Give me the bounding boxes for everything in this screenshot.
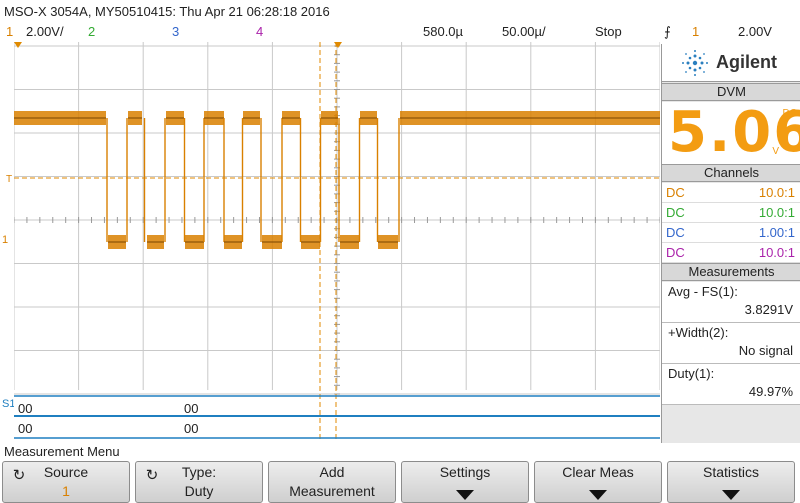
channel-probe-ratio: 1.00:1 bbox=[758, 225, 795, 240]
dvm-title: DVM bbox=[662, 83, 800, 101]
ch4-number[interactable]: 4 bbox=[256, 24, 263, 39]
dvm-unit: V bbox=[772, 146, 779, 157]
dvm-mode: DC bbox=[782, 108, 797, 119]
softkey-source[interactable]: ↻ Source 1 bbox=[2, 461, 130, 503]
channel-status-bar: 1 2.00V/ 2 3 4 580.0µ 50.00µ/ Stop ⨍ 1 2… bbox=[0, 22, 800, 42]
softkey-label: Type: bbox=[181, 464, 217, 480]
measurement-item-1[interactable]: Avg - FS(1): 3.8291V bbox=[662, 282, 800, 323]
softkey-bar: ↻ Source 1 ↻ Type: Duty Add Measurement Settings… bbox=[0, 461, 800, 503]
softkey-label: Source bbox=[43, 464, 89, 480]
channel-row-4[interactable]: DC 10.0:1 bbox=[662, 243, 800, 263]
measurement-item-3[interactable]: Duty(1): 49.97% bbox=[662, 364, 800, 405]
bus2-value-2: 00 bbox=[184, 421, 199, 436]
run-state[interactable]: Stop bbox=[595, 24, 622, 39]
measurement-value: 49.97% bbox=[748, 384, 793, 399]
menu-title: Measurement Menu bbox=[0, 443, 800, 461]
trigger-level-marker[interactable]: T bbox=[6, 174, 12, 185]
agilent-spark-icon bbox=[682, 50, 708, 76]
softkey-settings[interactable]: Settings bbox=[401, 461, 529, 503]
time-delay[interactable]: 580.0µ bbox=[423, 24, 463, 39]
dvm-value: 5.06 bbox=[668, 100, 800, 165]
softkey-value: 1 bbox=[62, 483, 70, 499]
bus2-value-1: 00 bbox=[18, 421, 33, 436]
ch3-number[interactable]: 3 bbox=[172, 24, 179, 39]
measurement-label: +Width(2): bbox=[668, 325, 729, 340]
softkey-statistics[interactable]: Statistics bbox=[667, 461, 795, 503]
measurement-item-2[interactable]: +Width(2): No signal bbox=[662, 323, 800, 364]
channel-row-2[interactable]: DC 10.0:1 bbox=[662, 203, 800, 223]
measurement-label: Duty(1): bbox=[668, 366, 715, 381]
softkey-label: Clear Meas bbox=[562, 464, 634, 480]
softkey-type[interactable]: ↻ Type: Duty bbox=[135, 461, 263, 503]
instrument-title: MSO-X 3054A, MY50510415: Thu Apr 21 06:2… bbox=[4, 4, 330, 19]
softkey-label: Add bbox=[319, 464, 345, 480]
measurement-value: No signal bbox=[738, 343, 793, 358]
header-title-bar: MSO-X 3054A, MY50510415: Thu Apr 21 06:2… bbox=[0, 0, 660, 22]
dvm-readout: 5.06 DC V bbox=[662, 100, 800, 165]
time-scale[interactable]: 50.00µ/ bbox=[502, 24, 546, 39]
softkey-label: Statistics bbox=[702, 464, 759, 480]
measurements-title: Measurements bbox=[662, 263, 800, 281]
softkey-value: Duty bbox=[184, 483, 214, 499]
channel-coupling: DC bbox=[666, 185, 685, 200]
ch2-number[interactable]: 2 bbox=[88, 24, 95, 39]
channel-probe-ratio: 10.0:1 bbox=[758, 205, 795, 220]
channel-row-1[interactable]: DC 10.0:1 bbox=[662, 183, 800, 203]
waveform-display[interactable] bbox=[14, 42, 660, 442]
bus1-value-1: 00 bbox=[18, 401, 33, 416]
channel-row-3[interactable]: DC 1.00:1 bbox=[662, 223, 800, 243]
channel-coupling: DC bbox=[666, 205, 685, 220]
softkey-label: Settings bbox=[439, 464, 491, 480]
cursor-top-marker bbox=[334, 42, 342, 48]
softkey-add[interactable]: Add Measurement bbox=[268, 461, 396, 503]
waveform-canvas[interactable] bbox=[14, 42, 660, 442]
measurement-label: Avg - FS(1): bbox=[668, 284, 738, 299]
ch1-scale[interactable]: 2.00V/ bbox=[26, 24, 64, 39]
submenu-arrow-icon bbox=[456, 490, 474, 500]
trigger-edge-icon: ⨍ bbox=[664, 24, 671, 39]
brand-logo: Agilent bbox=[662, 44, 800, 82]
softkey-clear-meas[interactable]: Clear Meas bbox=[534, 461, 662, 503]
channel-probe-ratio: 10.0:1 bbox=[758, 245, 795, 260]
ch1-ground-marker[interactable]: 1 bbox=[2, 234, 8, 246]
trigger-position-marker bbox=[14, 42, 22, 48]
submenu-arrow-icon bbox=[589, 490, 607, 500]
channels-title: Channels bbox=[662, 164, 800, 182]
channel-probe-ratio: 10.0:1 bbox=[758, 185, 795, 200]
trigger-level[interactable]: 2.00V bbox=[738, 24, 772, 39]
submenu-arrow-icon bbox=[722, 490, 740, 500]
channel-coupling: DC bbox=[666, 245, 685, 260]
ch1-number[interactable]: 1 bbox=[6, 24, 13, 39]
trigger-source[interactable]: 1 bbox=[692, 24, 699, 39]
brand-name: Agilent bbox=[716, 52, 777, 72]
softkey-value: Measurement bbox=[289, 483, 375, 499]
measurement-value: 3.8291V bbox=[744, 302, 793, 317]
channel-coupling: DC bbox=[666, 225, 685, 240]
bus1-value-2: 00 bbox=[184, 401, 199, 416]
side-panel: Agilent DVM 5.06 DC V Channels DC 10.0:1 D… bbox=[661, 44, 800, 443]
